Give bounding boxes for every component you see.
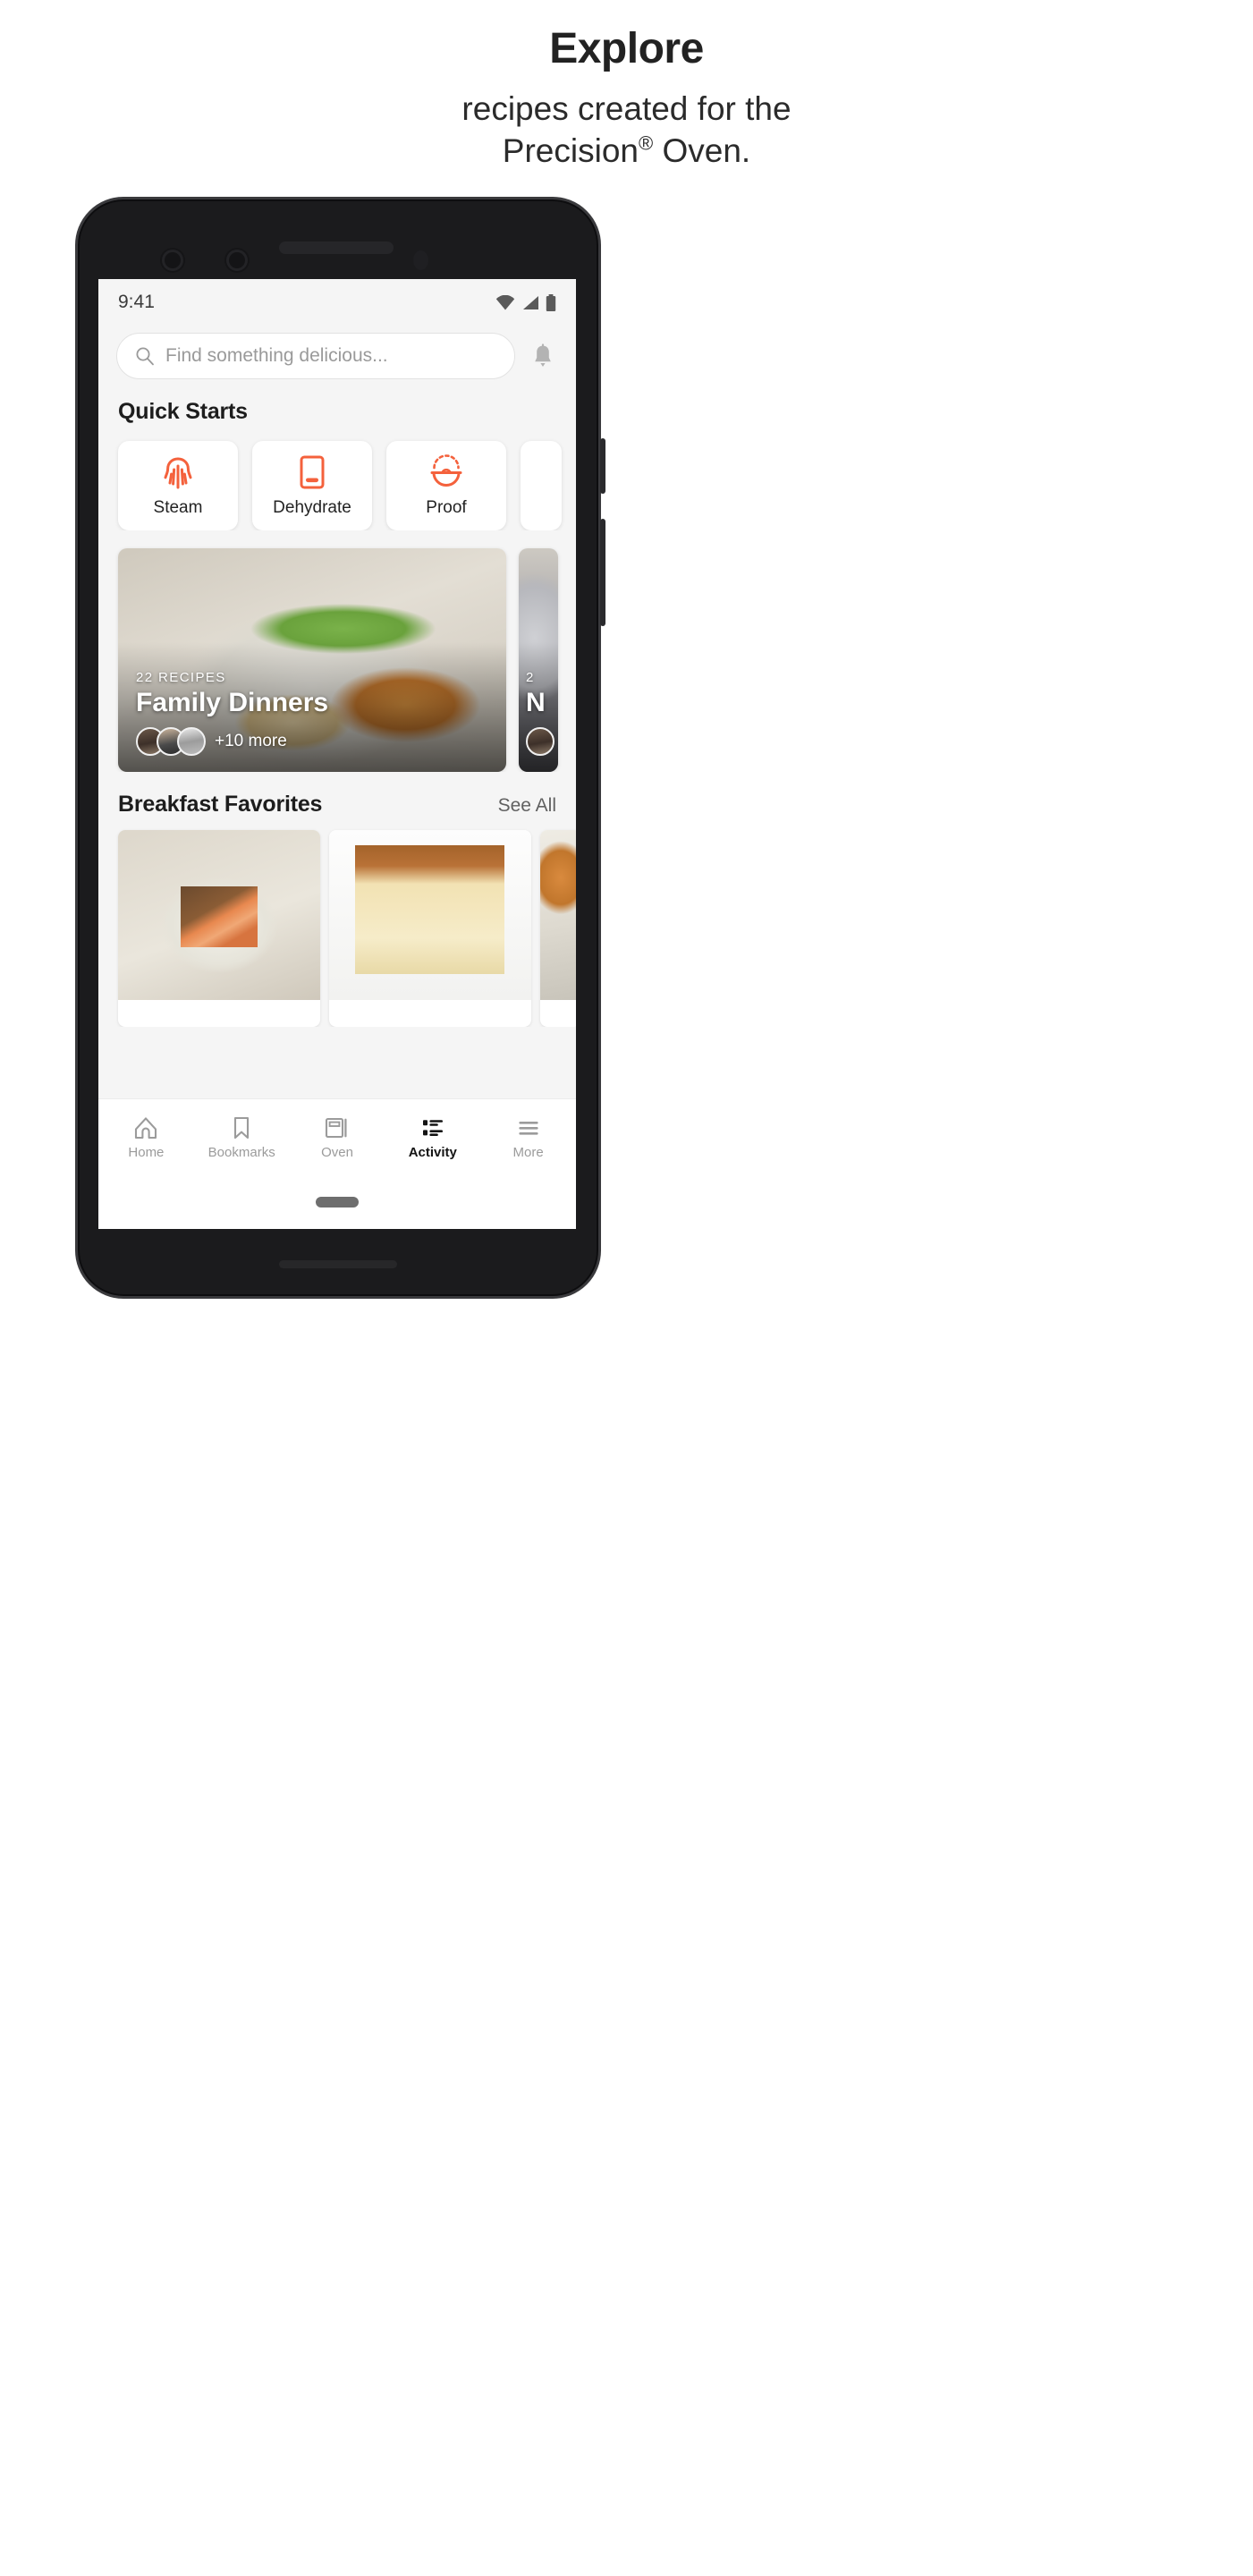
recipe-photo [329, 830, 531, 1000]
earpiece-speaker-icon [279, 242, 394, 254]
breakfast-tile-row[interactable] [98, 818, 576, 1027]
cellular-signal-icon [523, 295, 538, 309]
search-placeholder: Find something delicious... [165, 345, 388, 366]
bell-icon [535, 343, 551, 367]
collection-more-count: +10 more [215, 732, 287, 750]
collection-name: Family Dinners [136, 688, 329, 717]
avatar [177, 727, 206, 756]
notifications-button[interactable] [528, 338, 558, 374]
quick-starts-row[interactable]: Steam Dehydrate Proof [98, 425, 576, 530]
search-input[interactable]: Find something delicious... [116, 333, 515, 379]
page-title: Explore [549, 25, 704, 72]
dehydrate-icon [300, 455, 325, 489]
nav-label: More [512, 1144, 544, 1160]
battery-icon [546, 293, 556, 311]
subtitle-line-2: Precision® Oven. [0, 130, 1253, 172]
quick-start-dehydrate[interactable]: Dehydrate [252, 441, 372, 530]
recipe-tile[interactable] [329, 830, 531, 1027]
recipe-tile[interactable] [118, 830, 320, 1027]
oven-icon [325, 1117, 347, 1138]
quick-start-partial[interactable] [521, 441, 562, 530]
page-subtitle: recipes created for the Precision® Oven. [0, 88, 1253, 173]
registered-mark: ® [638, 131, 654, 155]
nav-item-oven[interactable]: Oven [290, 1115, 385, 1160]
quick-starts-title: Quick Starts [118, 399, 248, 424]
nav-label: Oven [321, 1144, 353, 1160]
status-bar: 9:41 [98, 279, 576, 326]
nav-label: Bookmarks [207, 1144, 275, 1160]
breakfast-header: Breakfast Favorites See All [98, 772, 576, 818]
wifi-icon [495, 294, 515, 309]
collection-meta: +10 more [136, 727, 492, 756]
nav-item-more[interactable]: More [480, 1115, 576, 1160]
activity-list-icon [422, 1119, 443, 1136]
nav-item-activity[interactable]: Activity [385, 1115, 480, 1160]
quick-start-proof[interactable]: Proof [386, 441, 506, 530]
steam-icon [164, 457, 192, 489]
collection-card-partial[interactable]: 2 N [519, 548, 558, 772]
bookmark-icon [234, 1116, 250, 1139]
power-button[interactable] [600, 438, 605, 494]
search-icon [136, 347, 154, 366]
quick-start-label: Proof [426, 498, 467, 517]
avatar [526, 727, 555, 756]
hamburger-menu-icon [518, 1121, 538, 1135]
quick-start-steam[interactable]: Steam [118, 441, 238, 530]
quick-start-label: Steam [153, 498, 203, 517]
search-row: Find something delicious... [98, 326, 576, 379]
volume-button[interactable] [600, 519, 605, 626]
nav-item-bookmarks[interactable]: Bookmarks [194, 1115, 290, 1160]
phone-top-bezel [75, 206, 601, 275]
status-icons [495, 293, 556, 311]
ambient-light-sensor-icon [229, 252, 245, 268]
nav-label: Activity [408, 1144, 457, 1160]
nav-item-home[interactable]: Home [98, 1115, 194, 1160]
phone-screen: 9:41 Find something delicious... Quick S… [98, 279, 576, 1229]
recipe-tile-partial[interactable] [540, 830, 576, 1027]
collection-meta [526, 727, 555, 756]
status-time: 9:41 [118, 292, 155, 312]
collection-text: 22 RECIPES Family Dinners +10 more [136, 670, 492, 756]
subtitle-product: Oven. [653, 132, 751, 170]
recipe-photo [118, 830, 320, 1000]
collection-recipe-count: 22 RECIPES [136, 670, 226, 685]
avatar-group [136, 727, 206, 756]
breakfast-title: Breakfast Favorites [118, 792, 323, 817]
gesture-navigation-area [98, 1175, 576, 1229]
quick-start-label: Dehydrate [273, 498, 351, 517]
bottom-speaker-icon [279, 1260, 397, 1268]
nav-label: Home [128, 1144, 165, 1160]
proof-icon [430, 454, 462, 487]
phone-mockup: 9:41 Find something delicious... Quick S… [75, 197, 605, 1299]
collection-card-family-dinners[interactable]: 22 RECIPES Family Dinners +10 more [118, 548, 506, 772]
subtitle-line-1: recipes created for the [461, 89, 792, 127]
breakfast-see-all-link[interactable]: See All [498, 795, 556, 817]
bottom-navigation-bar[interactable]: Home Bookmarks Oven Activity More [98, 1098, 576, 1175]
subtitle-brand: Precision [502, 132, 639, 170]
collection-name: N [526, 688, 546, 717]
collection-text: 2 N [526, 670, 555, 756]
home-indicator-pill-icon[interactable] [316, 1197, 359, 1208]
promo-header: Explore recipes created for the Precisio… [0, 0, 1253, 172]
avatar-group [526, 727, 555, 756]
proximity-sensor-icon [165, 252, 181, 268]
collections-carousel[interactable]: 22 RECIPES Family Dinners +10 more 2 N [98, 530, 576, 772]
collection-recipe-count: 2 [526, 670, 535, 685]
quick-starts-header: Quick Starts [98, 379, 576, 425]
home-icon [135, 1116, 157, 1139]
recipe-photo [540, 830, 576, 1000]
front-camera-icon [413, 250, 428, 270]
